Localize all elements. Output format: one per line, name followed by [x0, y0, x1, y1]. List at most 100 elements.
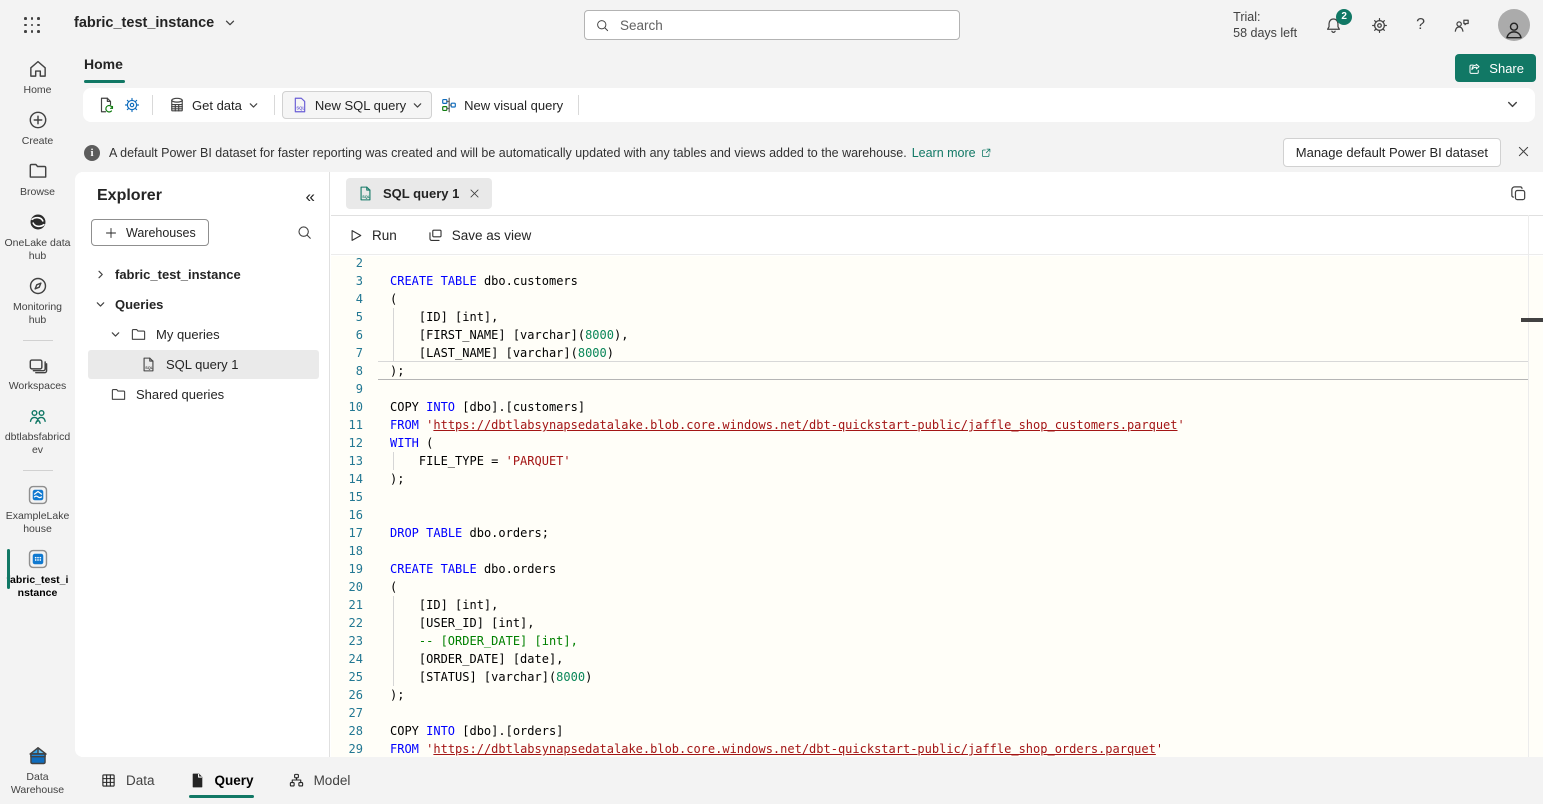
- code-line-19[interactable]: 19CREATE TABLE dbo.orders: [331, 560, 1543, 578]
- rail-item-dbtlabsfabricdev[interactable]: dbtlabsfabricdev: [0, 405, 75, 457]
- code-line-22[interactable]: 22 [USER_ID] [int],: [331, 614, 1543, 632]
- banner-message: A default Power BI dataset for faster re…: [109, 146, 907, 160]
- explorer-search-icon[interactable]: [296, 224, 313, 241]
- monitoring-icon: [27, 275, 49, 297]
- help-icon[interactable]: ?: [1416, 16, 1425, 34]
- code-line-20[interactable]: 20(: [331, 578, 1543, 596]
- code-line-3[interactable]: 3CREATE TABLE dbo.customers: [331, 272, 1543, 290]
- code-line-4[interactable]: 4(: [331, 290, 1543, 308]
- code-line-24[interactable]: 24 [ORDER_DATE] [date],: [331, 650, 1543, 668]
- line-number: 19: [331, 560, 363, 578]
- code-line-27[interactable]: 27: [331, 704, 1543, 722]
- tree-item-fabric-test-instance[interactable]: fabric_test_instance: [88, 260, 319, 289]
- settings-button[interactable]: [119, 92, 145, 118]
- code-line-2[interactable]: 2: [331, 256, 1543, 272]
- rail-item-data-warehouse[interactable]: Data Warehouse: [0, 745, 75, 797]
- code-line-16[interactable]: 16: [331, 506, 1543, 524]
- rail-item-browse[interactable]: Browse: [0, 160, 75, 199]
- rail-item-monitoring-hub[interactable]: Monitoring hub: [0, 275, 75, 327]
- code-line-15[interactable]: 15: [331, 488, 1543, 506]
- line-content: COPY INTO [dbo].[orders]: [390, 722, 563, 740]
- sql-document-icon: SQL: [357, 185, 374, 202]
- rail-item-fabric-test-instance[interactable]: fabric_test_instance: [0, 548, 75, 600]
- left-nav-rail: Home Create Browse OneLake data hub Monitori…: [0, 50, 75, 804]
- chev-down-icon: [95, 299, 106, 310]
- refresh-doc-icon: [97, 96, 115, 114]
- collapse-ribbon-chevron-icon[interactable]: [1506, 98, 1519, 111]
- new-sql-query-button[interactable]: SQL New SQL query: [282, 91, 432, 119]
- rail-item-onelake-data-hub[interactable]: OneLake data hub: [0, 211, 75, 263]
- line-content: COPY INTO [dbo].[customers]: [390, 398, 585, 416]
- rail-item-examplelakehouse[interactable]: ExampleLakehouse: [0, 484, 75, 536]
- code-line-5[interactable]: 5 [ID] [int],: [331, 308, 1543, 326]
- code-line-6[interactable]: 6 [FIRST_NAME] [varchar](8000),: [331, 326, 1543, 344]
- editor-scrollbar[interactable]: [1528, 215, 1529, 757]
- share-button[interactable]: Share: [1455, 54, 1536, 82]
- code-line-8[interactable]: 8);: [331, 362, 1543, 380]
- code-line-17[interactable]: 17DROP TABLE dbo.orders;: [331, 524, 1543, 542]
- query-doc-icon: [189, 772, 206, 789]
- get-data-button[interactable]: Get data: [160, 92, 267, 118]
- sql-code-editor[interactable]: 23CREATE TABLE dbo.customers4(5 [ID] [in…: [331, 256, 1543, 757]
- tree-item-label: SQL query 1: [166, 357, 239, 372]
- run-button[interactable]: Run: [347, 227, 397, 244]
- code-line-11[interactable]: 11FROM 'https://dbtlabsynapsedatalake.bl…: [331, 416, 1543, 434]
- collapse-explorer-icon[interactable]: «: [306, 188, 315, 205]
- view-tab-query[interactable]: Query: [189, 757, 254, 804]
- settings-gear-icon[interactable]: [1370, 16, 1389, 35]
- tree-item-sql-query-1[interactable]: SQLSQL query 1: [88, 350, 319, 379]
- warehouses-button[interactable]: Warehouses: [91, 219, 209, 246]
- copy-icon[interactable]: [1509, 184, 1528, 203]
- notification-badge: 2: [1336, 9, 1352, 25]
- code-line-10[interactable]: 10COPY INTO [dbo].[customers]: [331, 398, 1543, 416]
- chevron-down-icon: [248, 100, 259, 111]
- manage-default-dataset-button[interactable]: Manage default Power BI dataset: [1283, 138, 1501, 167]
- view-tab-label: Data: [126, 773, 155, 788]
- tree-item-my-queries[interactable]: My queries: [88, 320, 319, 349]
- bottom-view-switcher: Data Query Model: [75, 757, 1543, 804]
- code-line-26[interactable]: 26);: [331, 686, 1543, 704]
- app-launcher-icon[interactable]: [24, 17, 41, 34]
- line-content: [ORDER_DATE] [date],: [390, 650, 563, 668]
- close-banner-icon[interactable]: [1516, 144, 1531, 159]
- rail-item-create[interactable]: Create: [0, 109, 75, 148]
- new-visual-query-button[interactable]: New visual query: [432, 92, 571, 118]
- line-number: 22: [331, 614, 363, 632]
- share-icon: [1467, 61, 1482, 76]
- code-line-23[interactable]: 23 -- [ORDER_DATE] [int],: [331, 632, 1543, 650]
- line-number: 14: [331, 470, 363, 488]
- learn-more-link[interactable]: Learn more: [912, 146, 992, 160]
- rail-item-home[interactable]: Home: [0, 58, 75, 97]
- code-line-28[interactable]: 28COPY INTO [dbo].[orders]: [331, 722, 1543, 740]
- code-line-14[interactable]: 14);: [331, 470, 1543, 488]
- save-as-view-button[interactable]: Save as view: [427, 227, 532, 244]
- code-line-25[interactable]: 25 [STATUS] [varchar](8000): [331, 668, 1543, 686]
- code-line-9[interactable]: 9: [331, 380, 1543, 398]
- tab-home[interactable]: Home: [84, 56, 123, 72]
- query-tab[interactable]: SQL SQL query 1: [346, 178, 492, 209]
- person-icon: [1503, 19, 1525, 41]
- rail-item-workspaces[interactable]: Workspaces: [0, 354, 75, 393]
- refresh-button[interactable]: [93, 92, 119, 118]
- notifications-bell-icon[interactable]: 2: [1324, 16, 1343, 35]
- feedback-icon[interactable]: [1452, 16, 1471, 35]
- code-line-12[interactable]: 12WITH (: [331, 434, 1543, 452]
- folder-icon: [130, 326, 147, 343]
- code-line-7[interactable]: 7 [LAST_NAME] [varchar](8000): [331, 344, 1543, 362]
- tree-item-shared-queries[interactable]: Shared queries: [88, 380, 319, 409]
- code-line-13[interactable]: 13 FILE_TYPE = 'PARQUET': [331, 452, 1543, 470]
- close-tab-icon[interactable]: [468, 187, 481, 200]
- tree-item-queries[interactable]: Queries: [88, 290, 319, 319]
- view-tab-model[interactable]: Model: [288, 757, 351, 804]
- code-line-29[interactable]: 29FROM 'https://dbtlabsynapsedatalake.bl…: [331, 740, 1543, 757]
- line-content: (: [390, 578, 397, 596]
- view-tab-data[interactable]: Data: [100, 757, 155, 804]
- code-line-18[interactable]: 18: [331, 542, 1543, 560]
- code-line-21[interactable]: 21 [ID] [int],: [331, 596, 1543, 614]
- workspace-switcher[interactable]: fabric_test_instance: [74, 15, 236, 31]
- avatar[interactable]: [1498, 9, 1530, 41]
- editor-scrollbar-thumb[interactable]: [1521, 318, 1543, 322]
- onelake-icon: [27, 211, 49, 233]
- search-input[interactable]: [618, 17, 949, 34]
- run-label: Run: [372, 228, 397, 243]
